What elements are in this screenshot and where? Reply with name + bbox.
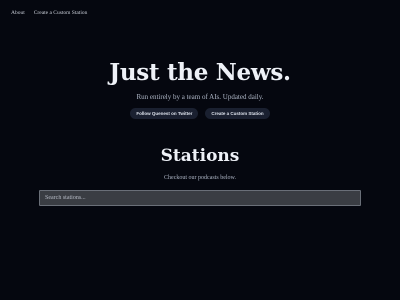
hero-subtitle: Run entirely by a team of AIs. Updated d… xyxy=(136,93,264,101)
stations-title: Stations xyxy=(160,146,240,166)
search-stations-input[interactable] xyxy=(39,190,361,206)
hero-button-row: Follow Quenest on Twitter Create a Custo… xyxy=(0,108,400,119)
follow-twitter-button[interactable]: Follow Quenest on Twitter xyxy=(130,108,199,119)
stations-subtitle: Checkout our podcasts below. xyxy=(164,175,236,181)
nav-link-create-station[interactable]: Create a Custom Station xyxy=(34,10,88,16)
top-nav: About Create a Custom Station xyxy=(11,10,87,16)
create-station-button[interactable]: Create a Custom Station xyxy=(205,108,270,119)
nav-link-about[interactable]: About xyxy=(11,10,25,16)
hero-title: Just the News. xyxy=(109,59,291,86)
